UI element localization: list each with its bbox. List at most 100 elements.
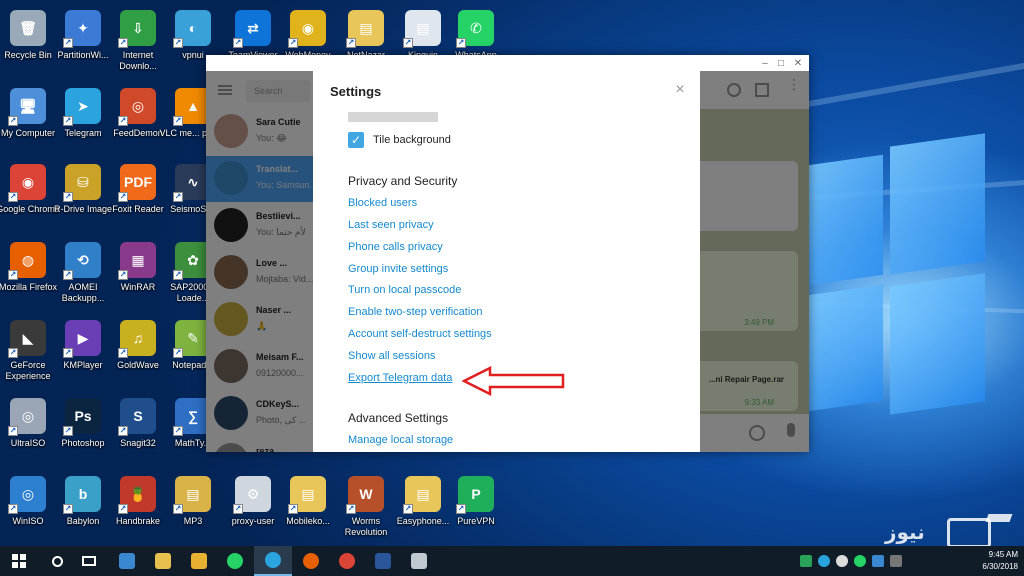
desktop-icon[interactable]: ⛁ ↗ R-Drive Image <box>52 160 114 234</box>
taskbar-app-telegram[interactable] <box>254 546 292 576</box>
desktop-icon[interactable]: 🍍 ↗ Handbrake <box>107 472 169 546</box>
desktop-icon[interactable]: ◣ ↗ GeForce Experience <box>0 316 59 390</box>
desktop-icon[interactable]: ⟲ ↗ AOMEI Backupp... <box>52 238 114 312</box>
shortcut-arrow-icon: ↗ <box>63 192 73 202</box>
group-invite-settings-link[interactable]: Group invite settings <box>348 263 448 275</box>
local-passcode-link[interactable]: Turn on local passcode <box>348 284 461 296</box>
desktop-icon[interactable]: ⚙ ↗ proxy-user <box>222 472 284 546</box>
desktop-icon[interactable]: ♫ ↗ GoldWave <box>107 316 169 390</box>
taskbar-app[interactable] <box>292 546 330 576</box>
task-view-icon <box>82 556 96 566</box>
desktop-icon[interactable]: ▤ ↗ Mobileko... <box>277 472 339 546</box>
control-panel-icon <box>119 553 135 569</box>
two-step-verification-link[interactable]: Enable two-step verification <box>348 306 483 318</box>
show-all-sessions-link[interactable]: Show all sessions <box>348 350 435 362</box>
system-clock[interactable]: 9:45 AM 6/30/2018 <box>958 549 1018 573</box>
shortcut-arrow-icon: ↗ <box>63 270 73 280</box>
last-seen-privacy-link[interactable]: Last seen privacy <box>348 219 434 231</box>
app-icon: ✆ ↗ <box>456 10 494 48</box>
blocked-users-link[interactable]: Blocked users <box>348 197 417 209</box>
app-icon: ◉ ↗ <box>288 10 326 48</box>
telegram-icon <box>265 552 281 568</box>
windows-logo-pane <box>808 284 883 412</box>
app-icon: 🗑 <box>10 10 46 46</box>
desktop-icon[interactable]: ◉ ↗ Google Chrome <box>0 160 60 234</box>
desktop-icon[interactable]: ▶ ↗ KMPlayer <box>52 316 114 390</box>
desktop-icon[interactable]: S ↗ Snagit32 <box>107 394 169 468</box>
tray-icon[interactable] <box>890 555 902 567</box>
taskbar-app[interactable] <box>144 546 182 576</box>
app-icon: ◐ ↗ <box>173 10 211 48</box>
desktop-icon[interactable]: b ↗ Babylon <box>52 472 114 546</box>
taskbar-app[interactable] <box>216 546 254 576</box>
privacy-security-heading: Privacy and Security <box>348 174 458 188</box>
desktop-icon[interactable]: ➤ ↗ Telegram <box>52 84 114 158</box>
desktop-icon[interactable]: P ↗ PureVPN <box>445 472 507 546</box>
close-icon[interactable]: × <box>672 82 688 98</box>
watermark-text: نیوز <box>885 520 925 544</box>
phone-calls-privacy-link[interactable]: Phone calls privacy <box>348 241 443 253</box>
desktop-icon[interactable]: ◎ ↗ UltraISO <box>0 394 59 468</box>
tray-icon[interactable] <box>872 555 884 567</box>
app-icon: ◎ ↗ <box>8 476 46 514</box>
taskbar-app[interactable] <box>180 546 218 576</box>
tile-background-label: Tile background <box>373 134 451 146</box>
shortcut-arrow-icon: ↗ <box>118 270 128 280</box>
export-telegram-data-link[interactable]: Export Telegram data <box>348 372 452 384</box>
windows-logo-pane <box>890 133 985 275</box>
app-icon: ⇩ ↗ <box>118 10 156 48</box>
desktop-icon[interactable]: ⇩ ↗ Internet Downlo... <box>107 6 169 80</box>
desktop-icon[interactable]: PDF ↗ Foxit Reader <box>107 160 169 234</box>
maximize-icon[interactable]: □ <box>774 56 788 70</box>
firefox-icon <box>303 553 319 569</box>
close-icon[interactable]: ✕ <box>791 56 805 70</box>
windows-logo-pane <box>890 273 985 415</box>
desktop-icon[interactable]: 🗑 Recycle Bin <box>0 6 59 80</box>
desktop-icon[interactable]: 🖥 ↗ My Computer <box>0 84 59 158</box>
app-icon: b ↗ <box>63 476 101 514</box>
app-icon: ◎ ↗ <box>8 398 46 436</box>
manage-local-storage-link[interactable]: Manage local storage <box>348 434 453 446</box>
taskbar-app[interactable] <box>108 546 146 576</box>
app-icon: ▤ ↗ <box>288 476 326 514</box>
app-icon: S ↗ <box>118 398 156 436</box>
desktop-icon[interactable]: W ↗ Worms Revolution <box>335 472 397 546</box>
shortcut-arrow-icon: ↗ <box>8 504 18 514</box>
shortcut-arrow-icon: ↗ <box>118 426 128 436</box>
tray-icon[interactable] <box>800 555 812 567</box>
desktop-icon[interactable]: ◎ ↗ FeedDemon <box>107 84 169 158</box>
desktop-icon[interactable]: ▤ ↗ MP3 <box>162 472 224 546</box>
minimize-icon[interactable]: – <box>758 56 772 70</box>
shortcut-arrow-icon: ↗ <box>173 38 183 48</box>
tray-whatsapp-icon[interactable] <box>854 555 866 567</box>
desktop-icon[interactable]: Ps ↗ Photoshop <box>52 394 114 468</box>
app-icon: ▦ ↗ <box>118 242 156 280</box>
shortcut-arrow-icon: ↗ <box>8 192 18 202</box>
checkbox-checked-icon[interactable]: ✓ <box>348 132 364 148</box>
app-icon: ▤ ↗ <box>346 10 384 48</box>
taskbar-app[interactable] <box>364 546 402 576</box>
tray-icon[interactable] <box>836 555 848 567</box>
window-titlebar[interactable]: – □ ✕ <box>206 55 809 71</box>
shortcut-arrow-icon: ↗ <box>173 270 183 280</box>
tile-background-row[interactable]: ✓ Tile background <box>348 132 451 148</box>
start-button[interactable] <box>0 546 38 576</box>
desktop-icon[interactable]: ◎ ↗ WinISO <box>0 472 59 546</box>
chat-background-thumbnail[interactable] <box>348 112 438 122</box>
shortcut-arrow-icon: ↗ <box>63 348 73 358</box>
self-destruct-settings-link[interactable]: Account self-destruct settings <box>348 328 492 340</box>
tray-telegram-icon[interactable] <box>818 555 830 567</box>
taskbar-app[interactable] <box>400 546 438 576</box>
shortcut-arrow-icon: ↗ <box>118 192 128 202</box>
app-icon: ▶ ↗ <box>63 320 101 358</box>
clock-date: 6/30/2018 <box>982 562 1018 571</box>
shortcut-arrow-icon: ↗ <box>118 38 128 48</box>
taskbar-app[interactable] <box>328 546 366 576</box>
shortcut-arrow-icon: ↗ <box>173 192 183 202</box>
file-explorer-icon <box>155 553 171 569</box>
app-icon: ⛁ ↗ <box>63 164 101 202</box>
app-icon: ◍ ↗ <box>8 242 46 280</box>
app-icon: ◎ ↗ <box>118 88 156 126</box>
task-view-button[interactable] <box>70 546 108 576</box>
shortcut-arrow-icon: ↗ <box>403 38 413 48</box>
